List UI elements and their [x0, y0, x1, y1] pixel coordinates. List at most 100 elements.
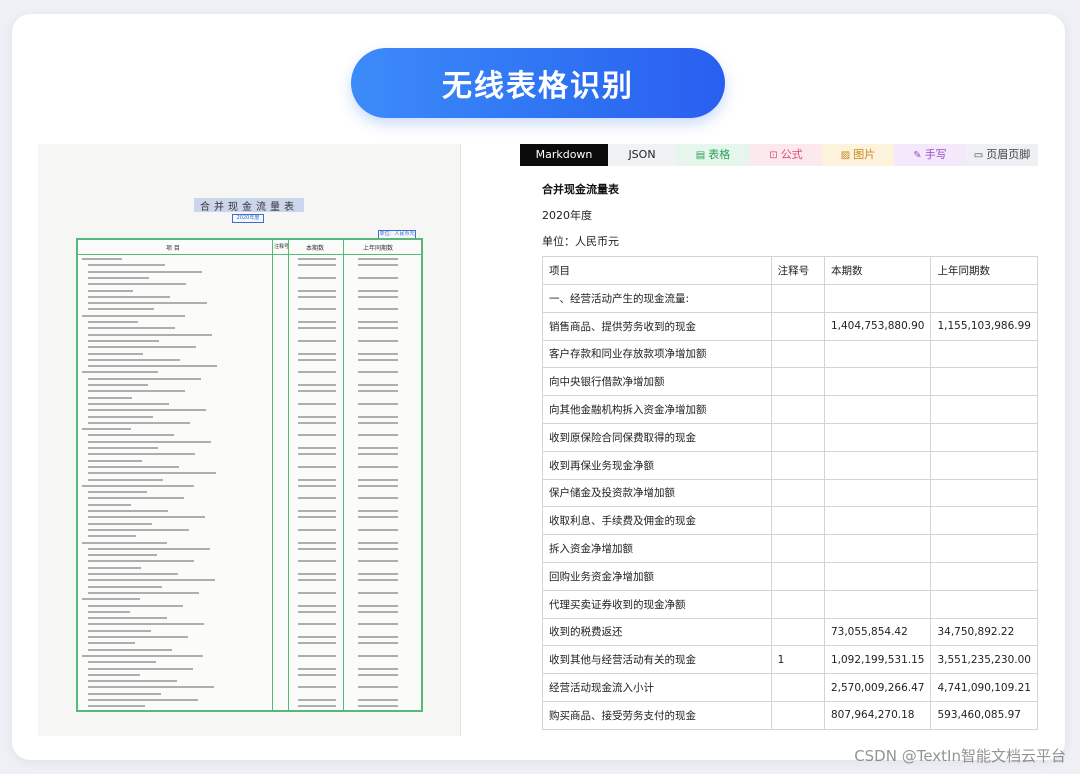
table-cell [823, 450, 932, 480]
table-cell [930, 589, 1038, 619]
table-cell: 2,570,009,266.47 [823, 673, 932, 702]
scanned-document-preview: 合并现金流量表 2020年度 单位：人民币元 项 目 注释号 本期数 上年同期数 [38, 144, 461, 736]
tab-formula[interactable]: ⊡ 公式 [750, 144, 822, 166]
watermark: CSDN @TextIn智能文档云平台 [854, 747, 1066, 765]
table-cell [930, 422, 1038, 452]
table-cell [770, 395, 825, 424]
table-cell [823, 478, 932, 508]
handwriting-icon: ✎ [913, 150, 922, 161]
table-cell [770, 478, 825, 508]
table-cell: 593,460,085.97 [930, 700, 1038, 730]
table-cell [930, 561, 1038, 591]
table-cell: 一、经营活动产生的现金流量: [542, 284, 772, 313]
tab-header-footer[interactable]: ▭ 页眉页脚 [966, 144, 1038, 166]
tab-markdown[interactable]: Markdown [520, 144, 608, 166]
tab-table-label: 表格 [708, 148, 731, 161]
table-row: 向其他金融机构拆入资金净增加额 [542, 395, 1038, 424]
format-tabs: Markdown JSON ▤ 表格 ⊡ 公式 ▨ 图片 ✎ 手写 ▭ 页眉页脚 [520, 144, 1038, 166]
scan-table: 项 目 注释号 本期数 上年同期数 [76, 238, 423, 712]
table-cell [930, 534, 1038, 563]
table-cell: 客户存款和同业存放款项净增加额 [542, 339, 772, 369]
image-icon: ▨ [840, 150, 851, 161]
table-cell [823, 506, 932, 536]
table-row: 向中央银行借款净增加额 [542, 367, 1038, 397]
tab-handwriting[interactable]: ✎ 手写 [894, 144, 966, 166]
tab-json-label: JSON [628, 148, 656, 161]
table-cell [930, 339, 1038, 369]
table-cell [770, 673, 825, 702]
table-row: 购买商品、接受劳务支付的现金 807,964,270.18 593,460,085.… [542, 700, 1038, 730]
table-cell: 销售商品、提供劳务收到的现金 [542, 311, 772, 341]
table-row: 保户储金及投资款净增加额 [542, 478, 1038, 508]
result-title: 合并现金流量表 [542, 183, 619, 196]
table-cell: 代理买卖证券收到的现金净额 [542, 589, 772, 619]
table-row: 收到再保业务现金净额 [542, 450, 1038, 480]
result-unit: 单位：人民币元 [542, 235, 619, 248]
table-cell: 1,155,103,986.99 [930, 311, 1038, 341]
table-row: 拆入资金净增加额 [542, 534, 1038, 563]
table-cell [770, 700, 825, 730]
table-cell [770, 617, 825, 647]
table-row: 经营活动现金流入小计 2,570,009,266.47 4,741,090,109.… [542, 673, 1038, 702]
formula-icon: ⊡ [769, 150, 778, 161]
table-cell [823, 534, 932, 563]
table-cell: 收到其他与经营活动有关的现金 [542, 645, 772, 675]
scan-title: 合并现金流量表 [194, 198, 304, 213]
table-row: 代理买卖证券收到的现金净额 [542, 589, 1038, 619]
table-cell: 回购业务资金净增加额 [542, 561, 772, 591]
table-row: 收取利息、手续费及佣金的现金 [542, 506, 1038, 536]
table-cell: 34,750,892.22 [930, 617, 1038, 647]
table-cell [823, 422, 932, 452]
table-cell [823, 561, 932, 591]
table-cell [823, 339, 932, 369]
table-cell: 拆入资金净增加额 [542, 534, 772, 563]
scan-col-note: 注释号 [274, 244, 290, 250]
table-cell: 向中央银行借款净增加额 [542, 367, 772, 397]
table-cell: 向其他金融机构拆入资金净增加额 [542, 395, 772, 424]
col-current: 本期数 [823, 256, 932, 285]
table-cell: 73,055,854.42 [823, 617, 932, 647]
table-cell [930, 506, 1038, 536]
table-row: 回购业务资金净增加额 [542, 561, 1038, 591]
scan-year-tag: 2020年度 [232, 214, 264, 223]
table-cell: 1,092,199,531.15 [823, 645, 932, 675]
table-cell [930, 367, 1038, 397]
table-cell [823, 395, 932, 424]
table-row: 销售商品、提供劳务收到的现金 1,404,753,880.90 1,155,103,… [542, 311, 1038, 341]
result-table: 项目 注释号 本期数 上年同期数 一、经营活动产生的现金流量: 销售商品、提供劳务… [542, 256, 1038, 730]
page-icon: ▭ [973, 150, 984, 161]
table-cell [770, 534, 825, 563]
page-title-pill: 无线表格识别 [351, 48, 725, 118]
table-cell: 保户储金及投资款净增加额 [542, 478, 772, 508]
scan-table-header: 项 目 注释号 本期数 上年同期数 [78, 240, 421, 255]
table-cell [770, 339, 825, 369]
table-cell: 3,551,235,230.00 [930, 645, 1038, 675]
scan-col-item: 项 目 [166, 245, 180, 252]
tab-image-label: 图片 [853, 148, 876, 161]
table-row: 收到原保险合同保费取得的现金 [542, 422, 1038, 452]
table-cell: 1,404,753,880.90 [823, 311, 932, 341]
table-row: 收到其他与经营活动有关的现金 1 1,092,199,531.15 3,551,235… [542, 645, 1038, 675]
scan-col-prior: 上年同期数 [363, 245, 394, 252]
table-cell [930, 284, 1038, 313]
table-cell: 购买商品、接受劳务支付的现金 [542, 700, 772, 730]
table-cell [930, 395, 1038, 424]
table-row: 客户存款和同业存放款项净增加额 [542, 339, 1038, 369]
tab-json[interactable]: JSON [608, 144, 676, 166]
tab-markdown-label: Markdown [535, 148, 593, 161]
table-cell: 收到原保险合同保费取得的现金 [542, 422, 772, 452]
table-cell [770, 450, 825, 480]
table-header-row: 项目 注释号 本期数 上年同期数 [542, 256, 1038, 285]
table-cell: 807,964,270.18 [823, 700, 932, 730]
table-cell [930, 450, 1038, 480]
table-cell: 1 [770, 645, 825, 675]
table-row: 收到的税费返还 73,055,854.42 34,750,892.22 [542, 617, 1038, 647]
table-cell [770, 589, 825, 619]
table-cell [823, 284, 932, 313]
tab-image[interactable]: ▨ 图片 [822, 144, 894, 166]
table-cell: 4,741,090,109.21 [930, 673, 1038, 702]
table-cell [770, 367, 825, 397]
tab-table[interactable]: ▤ 表格 [676, 144, 750, 166]
tab-handwriting-label: 手写 [924, 148, 947, 161]
table-cell [770, 506, 825, 536]
